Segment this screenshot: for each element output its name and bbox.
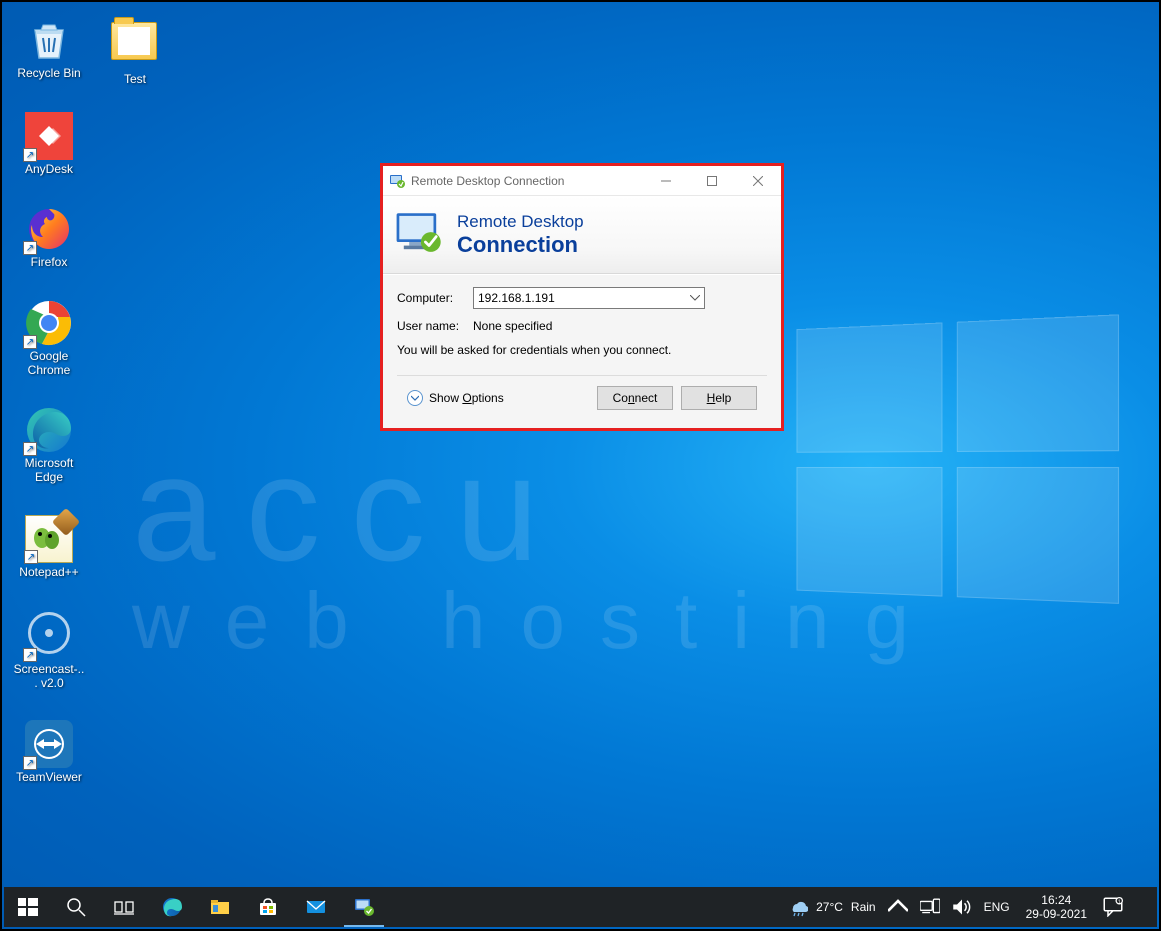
desktop-icon-teamviewer[interactable]: ↗ TeamViewer: [12, 720, 86, 784]
chevron-down-icon: [690, 293, 700, 304]
search-button[interactable]: [52, 887, 100, 927]
desktop-icon-chrome[interactable]: ↗ Google Chrome: [12, 299, 86, 377]
start-button[interactable]: [4, 887, 52, 927]
desktop-icon-edge[interactable]: ↗ Microsoft Edge: [12, 406, 86, 484]
folder-icon: [111, 22, 159, 70]
desktop-icon-label: Firefox: [12, 255, 86, 269]
help-button[interactable]: Help: [681, 386, 757, 410]
close-button[interactable]: [735, 166, 781, 196]
language-code: ENG: [984, 900, 1010, 914]
shortcut-badge-icon: ↗: [23, 335, 37, 349]
desktop-icon-test-folder[interactable]: Test: [98, 16, 172, 86]
taskbar-app-mail[interactable]: [292, 887, 340, 927]
shortcut-badge-icon: ↗: [23, 756, 37, 770]
weather-desc: Rain: [851, 900, 876, 914]
desktop-icon-label: Test: [98, 72, 172, 86]
desktop-icon-label: TeamViewer: [12, 770, 86, 784]
rdp-banner-icon: [393, 209, 447, 260]
screencast-icon: ↗: [25, 612, 73, 660]
tray-connected-devices-icon[interactable]: [914, 887, 946, 927]
computer-row: Computer: 192.168.1.191: [397, 287, 767, 309]
computer-combobox[interactable]: 192.168.1.191: [473, 287, 705, 309]
edge-icon: ↗: [25, 406, 73, 454]
rdp-dialog: Remote Desktop Connection Remote Desktop…: [383, 166, 781, 428]
desktop-icon-recycle-bin[interactable]: Recycle Bin: [12, 16, 86, 80]
desktop-icon-label: Notepad++: [12, 565, 86, 579]
maximize-button[interactable]: [689, 166, 735, 196]
username-label: User name:: [397, 319, 465, 333]
rdp-dialog-highlight: Remote Desktop Connection Remote Desktop…: [380, 163, 784, 431]
shortcut-badge-icon: ↗: [23, 442, 37, 456]
taskbar-app-store[interactable]: [244, 887, 292, 927]
desktop-icon-label: Screencast-... v2.0: [12, 662, 86, 690]
task-view-button[interactable]: [100, 887, 148, 927]
taskbar-app-rdp[interactable]: [340, 887, 388, 927]
taskbar-app-edge[interactable]: [148, 887, 196, 927]
tray-overflow-button[interactable]: [882, 887, 914, 927]
desktop-icon-notepadpp[interactable]: ↗ Notepad++: [12, 515, 86, 579]
desktop-icon-label: AnyDesk: [12, 162, 86, 176]
dialog-body: Computer: 192.168.1.191 User name: None …: [383, 274, 781, 428]
shortcut-badge-icon: ↗: [24, 550, 38, 564]
chrome-icon: ↗: [25, 299, 73, 347]
taskbar-app-explorer[interactable]: [196, 887, 244, 927]
minimize-button[interactable]: [643, 166, 689, 196]
username-row: User name: None specified: [397, 319, 767, 333]
recycle-bin-icon: [25, 16, 73, 64]
desktop-icon-anydesk[interactable]: ↗ AnyDesk: [12, 112, 86, 176]
watermark: accu web hosting: [132, 422, 944, 667]
show-options-toggle[interactable]: Show Options: [407, 390, 504, 406]
action-center-button[interactable]: 1: [1097, 887, 1129, 927]
watermark-line2: web hosting: [132, 575, 944, 667]
banner-line2: Connection: [457, 232, 584, 258]
desktop-icon-screencast[interactable]: ↗ Screencast-... v2.0: [12, 610, 86, 690]
show-desktop-button[interactable]: [1129, 887, 1157, 927]
shortcut-badge-icon: ↗: [23, 648, 37, 662]
titlebar[interactable]: Remote Desktop Connection: [383, 166, 781, 196]
shortcut-badge-icon: ↗: [23, 148, 37, 162]
computer-value: 192.168.1.191: [478, 291, 555, 305]
show-options-label: Show Options: [429, 391, 504, 405]
dialog-footer: Show Options Connect Help: [397, 375, 767, 418]
firefox-icon: ↗: [25, 205, 73, 253]
username-value: None specified: [473, 319, 552, 333]
system-tray: 27°C Rain ENG 16:24 29-09-2021 1: [782, 887, 1157, 927]
weather-widget[interactable]: 27°C Rain: [782, 887, 882, 927]
teamviewer-icon: ↗: [25, 720, 73, 768]
desktop-icon-label: Microsoft Edge: [12, 456, 86, 484]
svg-text:1: 1: [1118, 899, 1121, 905]
clock-time: 16:24: [1041, 893, 1071, 907]
window-title: Remote Desktop Connection: [411, 174, 643, 188]
weather-temp: 27°C: [816, 900, 843, 914]
shortcut-badge-icon: ↗: [23, 241, 37, 255]
desktop[interactable]: accu web hosting Recycle Bin Test ↗ AnyD…: [0, 0, 1161, 931]
rdp-app-icon: [389, 173, 405, 189]
expand-chevron-icon: [407, 390, 423, 406]
tray-clock[interactable]: 16:24 29-09-2021: [1016, 887, 1097, 927]
windows-logo-wallpaper: [797, 314, 1125, 620]
computer-label: Computer:: [397, 291, 465, 305]
credentials-note: You will be asked for credentials when y…: [397, 343, 767, 357]
tray-volume-icon[interactable]: [946, 887, 978, 927]
notepadpp-icon: ↗: [25, 515, 73, 563]
banner-line1: Remote Desktop: [457, 212, 584, 232]
tray-language[interactable]: ENG: [978, 887, 1016, 927]
dialog-banner: Remote Desktop Connection: [383, 196, 781, 274]
banner-text: Remote Desktop Connection: [457, 212, 584, 258]
desktop-icon-firefox[interactable]: ↗ Firefox: [12, 205, 86, 269]
desktop-icon-label: Google Chrome: [12, 349, 86, 377]
desktop-icon-label: Recycle Bin: [12, 66, 86, 80]
anydesk-icon: ↗: [25, 112, 73, 160]
watermark-line1: accu: [132, 422, 944, 595]
connect-button[interactable]: Connect: [597, 386, 673, 410]
taskbar: 27°C Rain ENG 16:24 29-09-2021 1: [4, 887, 1157, 927]
clock-date: 29-09-2021: [1026, 907, 1087, 921]
